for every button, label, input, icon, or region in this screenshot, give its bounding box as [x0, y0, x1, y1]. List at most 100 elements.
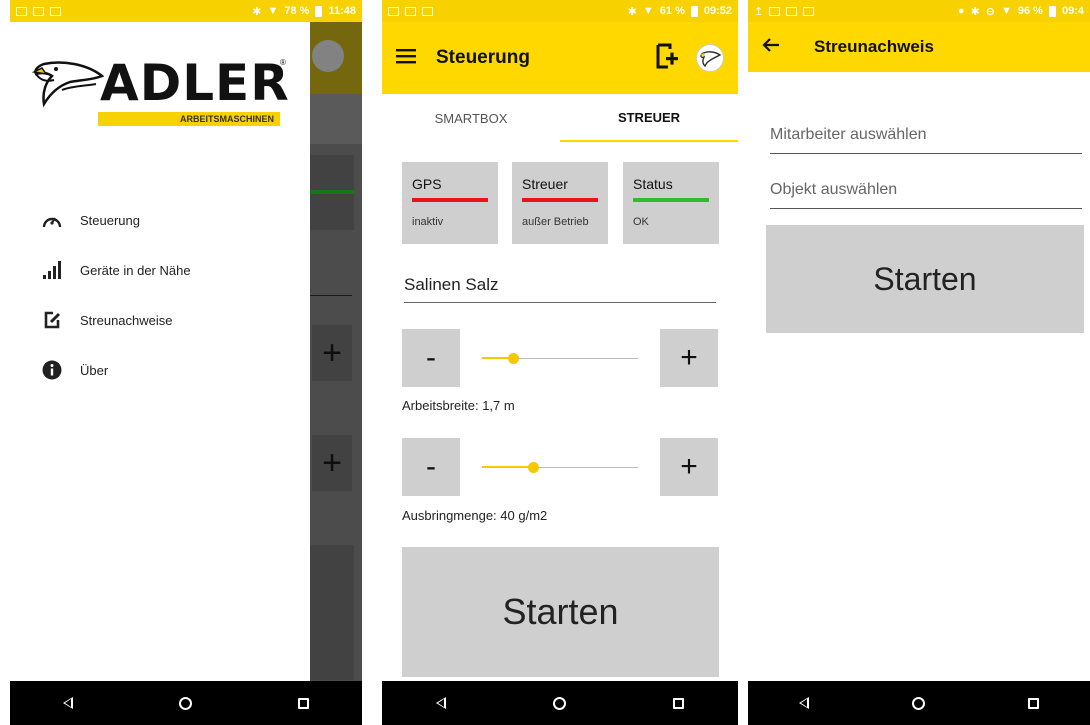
notification-icon: [388, 6, 399, 16]
image-icon: [33, 6, 44, 16]
avatar[interactable]: [696, 44, 724, 72]
arbeitsbreite-minus-button[interactable]: -: [402, 329, 460, 387]
menu-item-label: Geräte in der Nähe: [80, 262, 191, 278]
start-button[interactable]: Starten: [402, 547, 719, 677]
tab-bar: SMARTBOX STREUER: [382, 94, 738, 142]
status-card-state: OK: [633, 216, 649, 228]
system-nav-bar: [748, 681, 1090, 725]
hamburger-menu-icon[interactable]: [396, 48, 416, 69]
battery-percent: 96 %: [1017, 5, 1043, 17]
recent-apps-icon[interactable]: [673, 697, 685, 709]
image-icon: [803, 6, 815, 16]
menu-item-geraete[interactable]: Geräte in der Nähe: [42, 260, 191, 280]
screen-streunachweis: ↥ ● ✱ ⊖ ▼ 96 % 09:4 Streunachweis Mitarbeiter…: [748, 0, 1090, 725]
toolbar-title: Steuerung: [436, 47, 530, 68]
home-icon[interactable]: [179, 696, 192, 710]
wifi-icon: ▼: [267, 5, 279, 17]
signal-bars-icon: [42, 260, 62, 280]
status-bar: ↥ ● ✱ ⊖ ▼ 96 % 09:4: [748, 0, 1090, 22]
status-card-title: Status: [633, 176, 673, 192]
menu-item-ueber[interactable]: Über: [42, 360, 108, 380]
wifi-icon: ▼: [1001, 5, 1012, 17]
status-card-gps: GPS inaktiv: [402, 162, 498, 244]
arbeitsbreite-slider-thumb[interactable]: [508, 353, 519, 364]
screen-navigation-drawer: ✱ ▼ 78 % 11:48 + + ADLER ® ARBEITSMASCHINEN: [10, 0, 362, 725]
menu-item-steuerung[interactable]: Steuerung: [42, 210, 140, 230]
add-device-icon[interactable]: [656, 43, 678, 74]
bluetooth-icon: ✱: [252, 5, 262, 18]
status-indicator-line: [412, 198, 488, 202]
recent-apps-icon[interactable]: [298, 697, 309, 709]
battery-icon: [690, 5, 698, 17]
status-card-title: Streuer: [522, 176, 568, 192]
image-icon: [786, 6, 798, 16]
upload-icon: ↥: [754, 5, 764, 18]
status-card-status: Status OK: [623, 162, 719, 244]
menu-item-label: Streunachweise: [80, 312, 173, 328]
location-icon: ●: [957, 5, 965, 17]
image-icon: [405, 6, 416, 16]
image-icon: [50, 6, 61, 16]
wifi-icon: ▼: [642, 5, 654, 17]
status-indicator-line: [633, 198, 709, 202]
adler-logo: ADLER ® ARBEITSMASCHINEN: [32, 54, 289, 129]
speedometer-icon: [42, 210, 62, 230]
ausbringmenge-caption: Ausbringmenge: 40 g/m2: [402, 508, 548, 523]
start-button[interactable]: Starten: [766, 225, 1084, 333]
status-card-streuer: Streuer außer Betrieb: [512, 162, 608, 244]
recent-apps-icon[interactable]: [1027, 697, 1039, 709]
battery-icon: [315, 5, 323, 17]
material-input[interactable]: Salinen Salz: [404, 275, 716, 303]
registered-icon: ®: [280, 58, 286, 67]
eagle-icon: [32, 61, 104, 108]
tab-streuer[interactable]: STREUER: [560, 94, 738, 142]
edit-icon: [42, 310, 62, 330]
battery-percent: 78 %: [284, 5, 310, 17]
back-arrow-icon[interactable]: [762, 37, 782, 58]
back-icon[interactable]: [435, 697, 446, 709]
toolbar-title: Streunachweis: [814, 37, 934, 56]
ausbringmenge-slider-thumb[interactable]: [528, 462, 539, 473]
ausbringmenge-slider-fill: [482, 466, 533, 468]
menu-item-streunachweise[interactable]: Streunachweise: [42, 310, 173, 330]
arbeitsbreite-plus-button[interactable]: +: [660, 329, 718, 387]
logo-tagline: ARBEITSMASCHINEN: [98, 112, 280, 126]
bluetooth-icon: ✱: [627, 5, 637, 18]
screen-steuerung: ✱ ▼ 61 % 09:52 Steuerung SMARTBOX STREUER G…: [382, 0, 738, 725]
status-card-state: außer Betrieb: [522, 216, 589, 228]
status-card-state: inaktiv: [412, 216, 444, 228]
notification-icon: [16, 6, 27, 16]
logo-wordmark: ADLER: [100, 54, 290, 112]
battery-icon: [1048, 5, 1056, 17]
arbeitsbreite-caption: Arbeitsbreite: 1,7 m: [402, 398, 515, 413]
clock: 09:4: [1061, 5, 1084, 17]
battery-percent: 61 %: [659, 5, 685, 17]
dnd-icon: ⊖: [985, 5, 995, 18]
status-card-title: GPS: [412, 176, 442, 192]
clock: 09:52: [703, 5, 732, 17]
back-icon[interactable]: [63, 697, 73, 709]
image-icon: [422, 6, 433, 16]
system-nav-bar: [10, 681, 362, 725]
bluetooth-icon: ✱: [970, 5, 980, 18]
home-icon[interactable]: [911, 696, 925, 710]
ausbringmenge-minus-button[interactable]: -: [402, 438, 460, 496]
app-toolbar: Steuerung: [382, 22, 738, 94]
navigation-drawer: ADLER ® ARBEITSMASCHINEN Steuerung Gerät…: [10, 22, 310, 681]
menu-item-label: Steuerung: [80, 212, 140, 228]
object-select[interactable]: Objekt auswählen: [770, 181, 1082, 209]
ausbringmenge-plus-button[interactable]: +: [660, 438, 718, 496]
status-indicator-line: [522, 198, 598, 202]
app-toolbar: Streunachweis: [748, 22, 1090, 72]
notification-icon: [769, 6, 781, 16]
system-nav-bar: [382, 681, 738, 725]
tab-smartbox[interactable]: SMARTBOX: [382, 94, 560, 142]
status-bar: ✱ ▼ 78 % 11:48: [10, 0, 362, 22]
menu-item-label: Über: [80, 362, 109, 378]
info-icon: [42, 360, 62, 380]
clock: 11:48: [328, 5, 356, 17]
employee-select[interactable]: Mitarbeiter auswählen: [770, 126, 1082, 154]
home-icon[interactable]: [552, 696, 566, 710]
status-bar: ✱ ▼ 61 % 09:52: [382, 0, 738, 22]
back-icon[interactable]: [799, 697, 810, 709]
